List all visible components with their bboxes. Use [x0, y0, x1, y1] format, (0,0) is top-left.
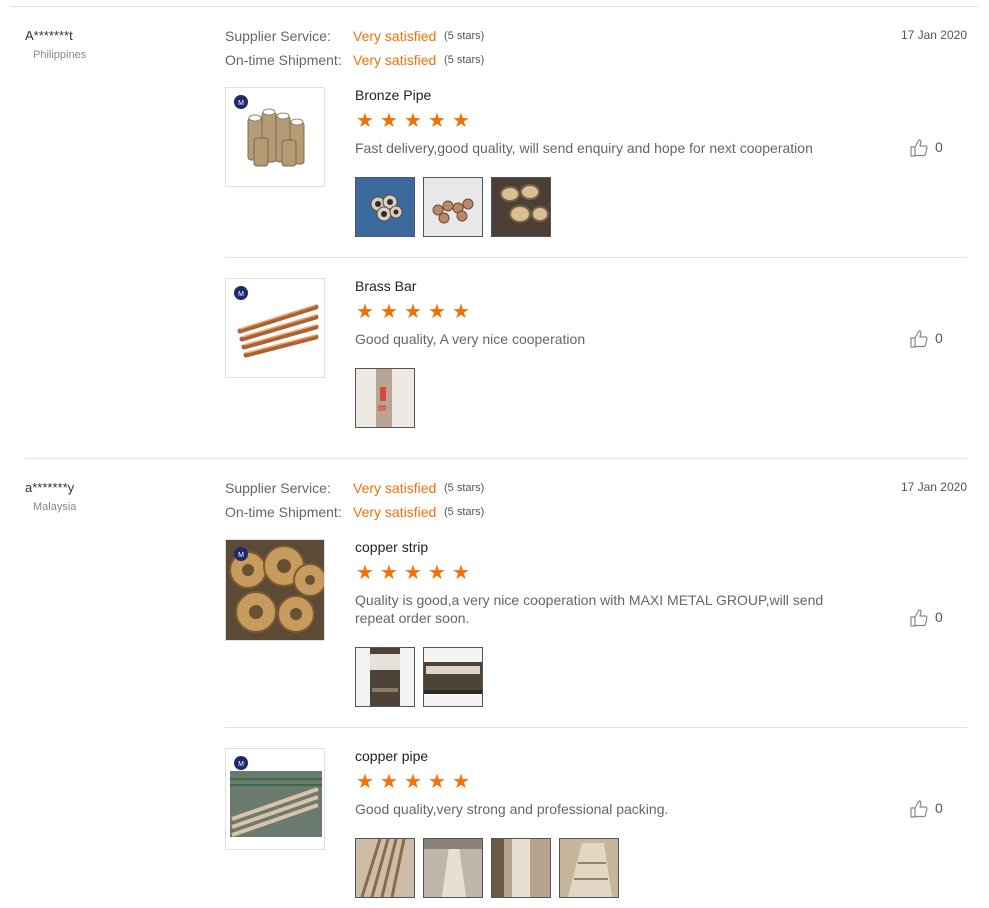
review-photo[interactable]	[355, 368, 415, 428]
review-date: 17 Jan 2020	[900, 28, 967, 42]
product-name[interactable]: Bronze Pipe	[355, 87, 431, 103]
buyer-name: A*******t	[25, 28, 73, 43]
star-rating: ★ ★ ★ ★ ★	[353, 770, 473, 794]
star-rating: ★ ★ ★ ★ ★	[353, 561, 473, 585]
review-card: A*******t Philippines 17 Jan 2020 Suppli…	[0, 28, 989, 458]
star-icon: ★	[452, 110, 470, 132]
star-icon: ★	[380, 562, 398, 584]
shipment-value: Very satisfied	[353, 504, 437, 520]
like-count: 0	[935, 139, 943, 155]
review-item: M copper strip ★ ★ ★ ★ ★ Quality is good,a v…	[225, 539, 967, 709]
buyer-country: Philippines	[33, 49, 87, 61]
item-divider	[225, 257, 967, 258]
svg-text:M: M	[238, 291, 244, 298]
review-item: M Brass Bar ★ ★ ★ ★ ★ Good quality, A very n…	[225, 278, 967, 428]
star-icon: ★	[428, 110, 446, 132]
review-comment: Quality is good,a very nice cooperation …	[355, 592, 824, 626]
review-item: M Bronze Pipe ★ ★ ★ ★ ★ Fast delivery,good q…	[225, 87, 967, 247]
star-icon: ★	[404, 771, 422, 793]
item-divider	[225, 727, 967, 728]
review-photo[interactable]	[423, 647, 483, 707]
product-name[interactable]: copper pipe	[355, 748, 428, 764]
supplier-service-stars: (5 stars)	[444, 482, 485, 494]
thumbs-up-icon[interactable]	[910, 800, 928, 818]
thumbs-up-icon[interactable]	[910, 609, 928, 627]
product-image[interactable]: M	[225, 278, 325, 378]
review-photo[interactable]	[355, 838, 415, 898]
review-photo[interactable]	[423, 177, 483, 237]
star-icon: ★	[428, 771, 446, 793]
star-icon: ★	[452, 301, 470, 323]
star-rating: ★ ★ ★ ★ ★	[353, 300, 473, 324]
supplier-service-stars: (5 stars)	[444, 30, 485, 42]
supplier-service-value: Very satisfied	[353, 480, 437, 496]
star-icon: ★	[404, 110, 422, 132]
review-date: 17 Jan 2020	[900, 480, 967, 494]
shipment-label: On-time Shipment:	[225, 52, 342, 68]
supplier-service-label: Supplier Service:	[225, 480, 331, 496]
review-photo[interactable]	[559, 838, 619, 898]
svg-text:M: M	[238, 552, 244, 559]
shipment-stars: (5 stars)	[444, 54, 485, 66]
shipment-value: Very satisfied	[353, 52, 437, 68]
star-icon: ★	[452, 771, 470, 793]
product-image[interactable]: M	[225, 748, 325, 850]
product-name[interactable]: Brass Bar	[355, 278, 416, 294]
star-icon: ★	[404, 301, 422, 323]
star-icon: ★	[452, 562, 470, 584]
star-icon: ★	[356, 562, 374, 584]
like-count: 0	[935, 609, 943, 625]
review-comment: Good quality, A very nice cooperation	[355, 331, 586, 347]
star-icon: ★	[428, 301, 446, 323]
shipment-label: On-time Shipment:	[225, 504, 342, 520]
svg-text:M: M	[238, 761, 244, 768]
like-count: 0	[935, 330, 943, 346]
product-name[interactable]: copper strip	[355, 539, 428, 555]
like-count: 0	[935, 800, 943, 816]
review-divider	[25, 458, 967, 459]
buyer-country: Malaysia	[33, 501, 77, 513]
review-photo[interactable]	[491, 177, 551, 237]
star-icon: ★	[380, 771, 398, 793]
product-image[interactable]: M	[225, 539, 325, 641]
review-comment: Fast delivery,good quality, will send en…	[355, 140, 813, 156]
top-divider	[10, 6, 979, 7]
review-comment: Good quality,very strong and professiona…	[355, 801, 669, 817]
star-icon: ★	[356, 110, 374, 132]
svg-text:M: M	[238, 100, 244, 107]
star-icon: ★	[404, 562, 422, 584]
buyer-name: a*******y	[25, 480, 75, 495]
thumbs-up-icon[interactable]	[910, 330, 928, 348]
star-icon: ★	[380, 301, 398, 323]
star-icon: ★	[356, 301, 374, 323]
review-photo[interactable]	[491, 838, 551, 898]
star-rating: ★ ★ ★ ★ ★	[353, 109, 473, 133]
review-photo[interactable]	[355, 647, 415, 707]
star-icon: ★	[356, 771, 374, 793]
product-image[interactable]: M	[225, 87, 325, 187]
star-icon: ★	[428, 562, 446, 584]
supplier-service-value: Very satisfied	[353, 28, 437, 44]
review-photo[interactable]	[423, 838, 483, 898]
thumbs-up-icon[interactable]	[910, 139, 928, 157]
star-icon: ★	[380, 110, 398, 132]
supplier-service-label: Supplier Service:	[225, 28, 331, 44]
review-item: M copper pipe ★ ★ ★ ★ ★ Good quality,very st…	[225, 748, 967, 900]
review-card: a*******y Malaysia 17 Jan 2020 Supplier …	[0, 480, 989, 908]
shipment-stars: (5 stars)	[444, 506, 485, 518]
review-photo[interactable]	[355, 177, 415, 237]
